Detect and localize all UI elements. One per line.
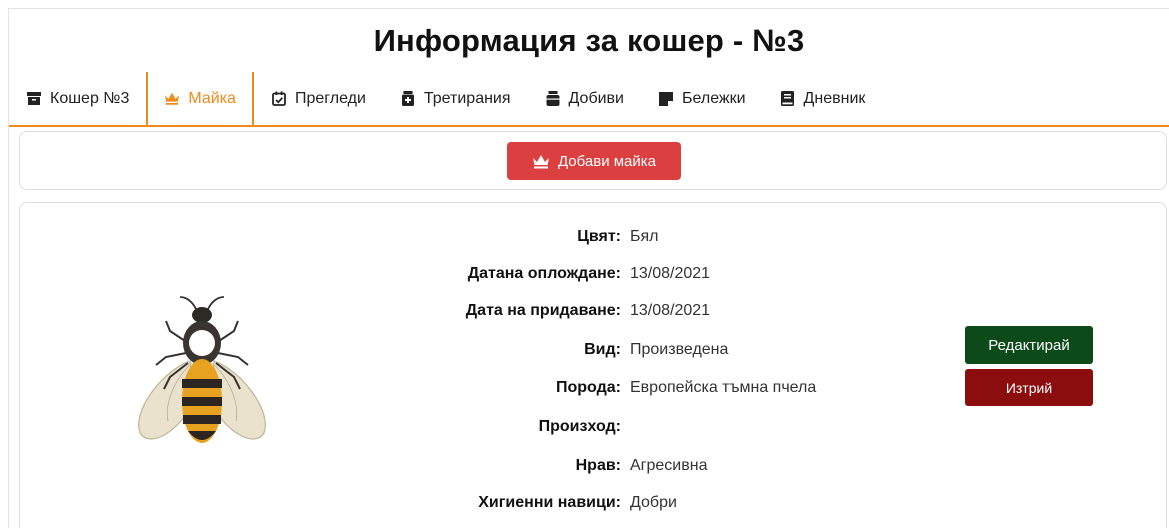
field-hygiene-row: Хигиенни навици: Добри — [20, 494, 1168, 518]
field-label: Нрав: — [575, 457, 621, 474]
page-title: Информация за кошер - №3 — [373, 23, 805, 58]
medicine-bottle-icon — [400, 91, 416, 107]
add-queen-button[interactable]: Добави майка — [507, 142, 681, 180]
field-value: 13/08/2021 — [630, 302, 711, 319]
tab-notes[interactable]: Бележки — [641, 72, 763, 125]
field-label: Вид: — [584, 341, 621, 358]
book-icon — [780, 91, 796, 107]
tab-inspections[interactable]: Прегледи — [254, 72, 383, 125]
tab-label: Дневник — [803, 89, 866, 107]
crown-icon — [164, 91, 180, 107]
add-queen-card: Добави майка — [19, 131, 1167, 190]
field-value: Добри — [630, 494, 677, 511]
tab-label: Прегледи — [294, 89, 366, 107]
box-archive-icon — [26, 91, 42, 107]
field-label: Хигиенни навици: — [478, 494, 621, 511]
tab-label: Третирания — [423, 89, 511, 107]
field-color-row: Цвят: Бял — [20, 228, 1168, 252]
field-origin-row: Произход: — [20, 418, 1168, 442]
crown-icon — [532, 154, 550, 169]
tab-label: Майка — [188, 89, 236, 107]
add-queen-label: Добави майка — [557, 152, 657, 170]
tab-bar: Кошер №3 Майка Прегледи Третирания Добив… — [9, 72, 1169, 127]
field-temper-row: Нрав: Агресивна — [20, 457, 1168, 481]
tab-journal[interactable]: Дневник — [763, 72, 883, 125]
field-label: Цвят: — [577, 228, 621, 245]
field-introduction-date-row: Дата на придаване: 13/08/2021 — [20, 302, 1168, 326]
jar-icon — [545, 91, 561, 107]
field-mating-date-row: Датана оплождане: 13/08/2021 — [20, 265, 1168, 289]
field-label: Датана оплождане: — [467, 265, 621, 282]
field-label: Произход: — [538, 418, 621, 435]
calendar-check-icon — [271, 91, 287, 107]
field-label: Порода: — [556, 379, 621, 396]
tab-label: Добиви — [568, 89, 624, 107]
field-label: Дата на придаване: — [465, 302, 621, 319]
sticky-note-icon — [658, 91, 674, 107]
tab-hive[interactable]: Кошер №3 — [9, 72, 146, 125]
tab-label: Кошер №3 — [50, 89, 130, 107]
tab-label: Бележки — [681, 89, 746, 107]
tab-queen[interactable]: Майка — [146, 72, 254, 125]
field-value: Бял — [630, 228, 659, 245]
field-value: Агресивна — [630, 457, 708, 474]
queen-details-card: Цвят: Бял Датана оплождане: 13/08/2021 Д… — [19, 202, 1167, 528]
tab-treatments[interactable]: Третирания — [383, 72, 528, 125]
edit-button[interactable]: Редактирай — [965, 326, 1093, 364]
field-value: Европейска тъмна пчела — [630, 379, 817, 396]
tab-yields[interactable]: Добиви — [528, 72, 641, 125]
delete-button[interactable]: Изтрий — [965, 369, 1093, 406]
page-frame: Информация за кошер - №3 Кошер №3 Майка … — [8, 8, 1169, 528]
field-value: Произведена — [630, 341, 729, 358]
field-value: 13/08/2021 — [630, 265, 711, 282]
